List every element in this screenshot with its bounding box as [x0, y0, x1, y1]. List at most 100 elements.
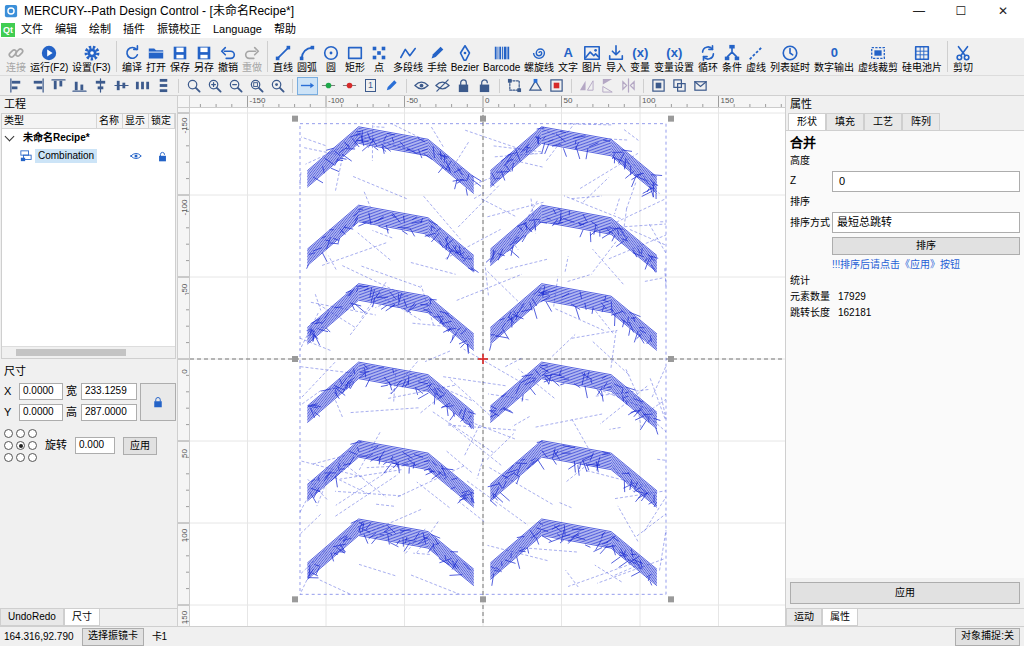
toolbar-button[interactable]: 运行(F2) — [28, 42, 70, 75]
view-tool-button[interactable] — [132, 77, 153, 95]
view-tool-button[interactable] — [183, 77, 204, 95]
view-tool-button[interactable] — [411, 77, 432, 95]
apply-button[interactable]: 应用 — [790, 582, 1020, 604]
toolbar-button[interactable]: 虚线 — [744, 42, 768, 75]
anchor-radio[interactable] — [28, 429, 37, 438]
property-tab[interactable]: 填充 — [826, 113, 864, 130]
toolbar-button[interactable]: 编译 — [120, 42, 144, 75]
toolbar-button[interactable]: 硅电池片 — [900, 42, 944, 75]
toolbar-button[interactable]: Barcode — [481, 42, 522, 75]
menu-item[interactable]: 插件 — [117, 23, 151, 36]
anchor-radio[interactable] — [4, 429, 13, 438]
view-tool-button[interactable] — [432, 77, 453, 95]
toolbar-button[interactable]: 点 — [367, 42, 391, 75]
sort-button[interactable]: 排序 — [832, 237, 1020, 255]
panel-tab[interactable]: 尺寸 — [64, 609, 100, 626]
view-tool-button[interactable] — [576, 77, 597, 95]
view-tool-button[interactable] — [297, 77, 318, 95]
menu-item[interactable]: 振镜校正 — [151, 23, 207, 36]
view-tool-button[interactable] — [504, 77, 525, 95]
view-tool-button[interactable] — [381, 77, 402, 95]
apply-button[interactable]: 应用 — [123, 437, 157, 455]
lock-icon[interactable] — [157, 151, 168, 162]
view-tool-button[interactable] — [267, 77, 288, 95]
toolbar-button[interactable]: A文字 — [556, 42, 580, 75]
size-input[interactable]: 0.0000 — [19, 404, 63, 421]
toolbar-button[interactable]: Bezier — [449, 42, 481, 75]
size-input[interactable]: 233.1259 — [81, 383, 137, 400]
toolbar-button[interactable]: (x)变量 — [628, 42, 652, 75]
panel-tab[interactable]: UndoRedo — [0, 609, 64, 626]
toolbar-button[interactable]: 矩形 — [343, 42, 367, 75]
toolbar-button[interactable]: 直线 — [271, 42, 295, 75]
toolbar-button[interactable]: 0数字输出 — [812, 42, 856, 75]
maximize-button[interactable]: ☐ — [940, 0, 982, 22]
toolbar-button[interactable]: 撤销 — [216, 42, 240, 75]
scroll-thumb[interactable] — [16, 349, 126, 356]
rotation-input[interactable]: 0.000 — [75, 437, 115, 454]
toolbar-button[interactable]: 多段线 — [391, 42, 425, 75]
toolbar-button[interactable]: 设置(F3) — [70, 42, 112, 75]
size-input[interactable]: 0.0000 — [19, 383, 63, 400]
toolbar-button[interactable]: 打开 — [144, 42, 168, 75]
anchor-radio[interactable] — [28, 453, 37, 462]
sort-mode-select[interactable]: 最短总跳转 — [832, 212, 1020, 233]
toolbar-button[interactable]: 螺旋线 — [522, 42, 556, 75]
view-tool-button[interactable] — [339, 77, 360, 95]
menu-item[interactable]: Language — [207, 23, 268, 36]
toolbar-button[interactable]: 虚线裁剪 — [856, 42, 900, 75]
toolbar-button[interactable]: 剪切 — [951, 42, 975, 75]
view-tool-button[interactable] — [669, 77, 690, 95]
view-tool-button[interactable] — [90, 77, 111, 95]
anchor-radio[interactable] — [16, 429, 25, 438]
snap-button[interactable]: 对象捕捉:关 — [955, 628, 1020, 646]
anchor-radio[interactable] — [28, 441, 37, 450]
select-card-button[interactable]: 选择振镜卡 — [82, 628, 144, 646]
z-input[interactable]: 0 — [832, 171, 1020, 192]
panel-tab[interactable]: 属性 — [822, 609, 858, 626]
view-tool-button[interactable] — [111, 77, 132, 95]
view-tool-button[interactable] — [546, 77, 567, 95]
toolbar-button[interactable]: 保存 — [168, 42, 192, 75]
view-tool-button[interactable] — [27, 77, 48, 95]
menu-item[interactable]: 文件 — [15, 23, 49, 36]
view-tool-button[interactable] — [6, 77, 27, 95]
toolbar-button[interactable]: 重做 — [240, 42, 264, 75]
anchor-radio[interactable] — [16, 453, 25, 462]
property-tab[interactable]: 工艺 — [864, 113, 902, 130]
view-tool-button[interactable] — [225, 77, 246, 95]
toolbar-button[interactable]: 循环 — [696, 42, 720, 75]
view-tool-button[interactable]: 1 — [360, 77, 381, 95]
view-tool-button[interactable] — [618, 77, 639, 95]
size-input[interactable]: 287.0000 — [81, 404, 137, 421]
toolbar-button[interactable]: 手绘 — [425, 42, 449, 75]
design-canvas[interactable] — [190, 108, 785, 626]
view-tool-button[interactable] — [453, 77, 474, 95]
toolbar-button[interactable]: 连接 — [4, 42, 28, 75]
column-header[interactable]: 名称 — [97, 114, 123, 128]
toolbar-button[interactable]: 另存 — [192, 42, 216, 75]
view-tool-button[interactable] — [153, 77, 174, 95]
tree-row[interactable]: Combination — [2, 147, 175, 165]
view-tool-button[interactable] — [318, 77, 339, 95]
tree-row[interactable]: 未命名Recipe* — [2, 129, 175, 147]
column-header[interactable]: 锁定 — [149, 114, 175, 128]
view-tool-button[interactable] — [525, 77, 546, 95]
toolbar-button[interactable]: 条件 — [720, 42, 744, 75]
toolbar-button[interactable]: 列表延时 — [768, 42, 812, 75]
minimize-button[interactable]: — — [898, 0, 940, 22]
horizontal-scrollbar[interactable] — [2, 346, 175, 358]
toolbar-button[interactable]: (x)变量设置 — [652, 42, 696, 75]
lock-ratio-button[interactable] — [140, 383, 176, 421]
menu-item[interactable]: 帮助 — [268, 23, 302, 36]
property-tab[interactable]: 形状 — [788, 113, 826, 130]
close-button[interactable]: ✕ — [982, 0, 1024, 22]
panel-tab[interactable]: 运动 — [786, 609, 822, 626]
column-header[interactable]: 显示 — [123, 114, 149, 128]
view-tool-button[interactable] — [597, 77, 618, 95]
property-tab[interactable]: 阵列 — [902, 113, 940, 130]
toolbar-button[interactable]: 图片 — [580, 42, 604, 75]
view-tool-button[interactable] — [69, 77, 90, 95]
view-tool-button[interactable] — [204, 77, 225, 95]
column-header[interactable]: 类型 — [2, 114, 97, 128]
